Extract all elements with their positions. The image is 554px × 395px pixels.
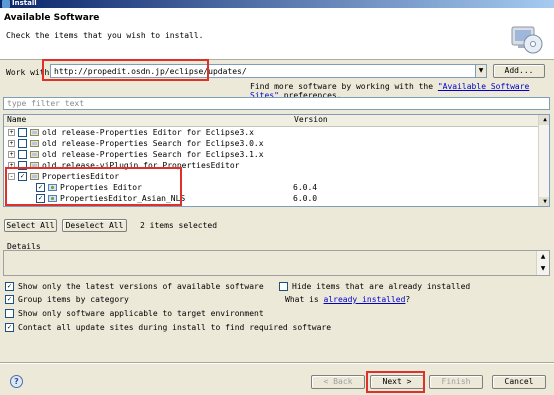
workwith-dropdown-arrow[interactable]: ▼ [475,64,487,78]
help-icon[interactable]: ? [10,375,23,388]
wizard-header: Available Software Check the items that … [0,8,554,60]
deselect-all-button[interactable]: Deselect All [62,219,127,232]
details-scroll-icon[interactable]: ▲ ▼ [536,251,549,275]
whatis-suffix: ? [405,295,411,304]
page-description: Check the items that you wish to install… [6,31,204,40]
scroll-down-icon[interactable]: ▼ [539,197,549,206]
window-title: Install [12,0,37,7]
tree-row[interactable]: + old release-Properties Search for Eclip… [4,138,538,149]
cancel-button[interactable]: Cancel [492,375,546,389]
page-title: Available Software [4,13,100,23]
tree-row-name: old release-Properties Search for Eclips… [42,150,264,159]
tree-scrollbar[interactable]: ▲ ▼ [538,115,549,206]
latest-only-checkbox[interactable]: ✓ [5,282,14,291]
select-all-button[interactable]: Select All [4,219,57,232]
applicable-only-checkbox[interactable] [5,309,14,318]
url-highlight-box [42,59,209,81]
category-icon [30,151,39,158]
eclipse-app-icon [2,0,10,8]
filter-input[interactable]: type filter text [3,97,550,110]
window-title-bar: Install [0,0,554,8]
expand-icon[interactable]: + [8,129,15,136]
tree-row-name: old release-Properties Editor for Eclips… [42,128,254,137]
selected-count: 2 items selected [140,221,218,230]
category-icon [30,140,39,147]
expand-icon[interactable]: + [8,140,15,147]
column-header-name[interactable]: Name [4,115,294,127]
whatis-prefix: What is [285,295,324,304]
contact-all-label: Contact all update sites during install … [18,323,332,332]
expand-icon[interactable]: + [8,151,15,158]
scroll-up-icon[interactable]: ▲ [539,115,549,125]
tree-row-checkbox[interactable] [18,139,27,148]
tree-highlight-box [5,167,182,206]
tree-row-version: 6.0.0 [293,194,318,203]
already-installed-link[interactable]: already installed [324,295,406,304]
find-more-prefix: Find more software by working with the [250,82,438,91]
tree-row-checkbox[interactable] [18,150,27,159]
hide-installed-label: Hide items that are already installed [292,282,471,291]
applicable-only-label: Show only software applicable to target … [18,309,264,318]
tree-row-version: 6.0.4 [293,183,318,192]
tree-row[interactable]: + old release-Properties Editor for Eclip… [4,127,538,138]
footer-separator [0,362,554,364]
next-highlight-box [366,371,425,393]
tree-row-checkbox[interactable] [18,128,27,137]
finish-button[interactable]: Finish [429,375,483,389]
what-is-installed-text: What is already installed? [285,295,410,304]
column-header-version[interactable]: Version [291,115,541,127]
add-site-button[interactable]: Add... [493,64,545,78]
latest-only-label: Show only the latest versions of availab… [18,282,264,291]
tree-row-name: old release-Properties Search for Eclips… [42,139,264,148]
contact-all-checkbox[interactable]: ✓ [5,323,14,332]
group-category-label: Group items by category [18,295,129,304]
details-area[interactable]: ▲ ▼ [3,250,550,276]
install-cd-icon [511,26,543,54]
tree-row[interactable]: + old release-Properties Search for Eclip… [4,149,538,160]
category-icon [30,129,39,136]
group-category-checkbox[interactable]: ✓ [5,295,14,304]
back-button[interactable]: < Back [311,375,365,389]
hide-installed-checkbox[interactable] [279,282,288,291]
filter-placeholder: type filter text [7,99,85,108]
